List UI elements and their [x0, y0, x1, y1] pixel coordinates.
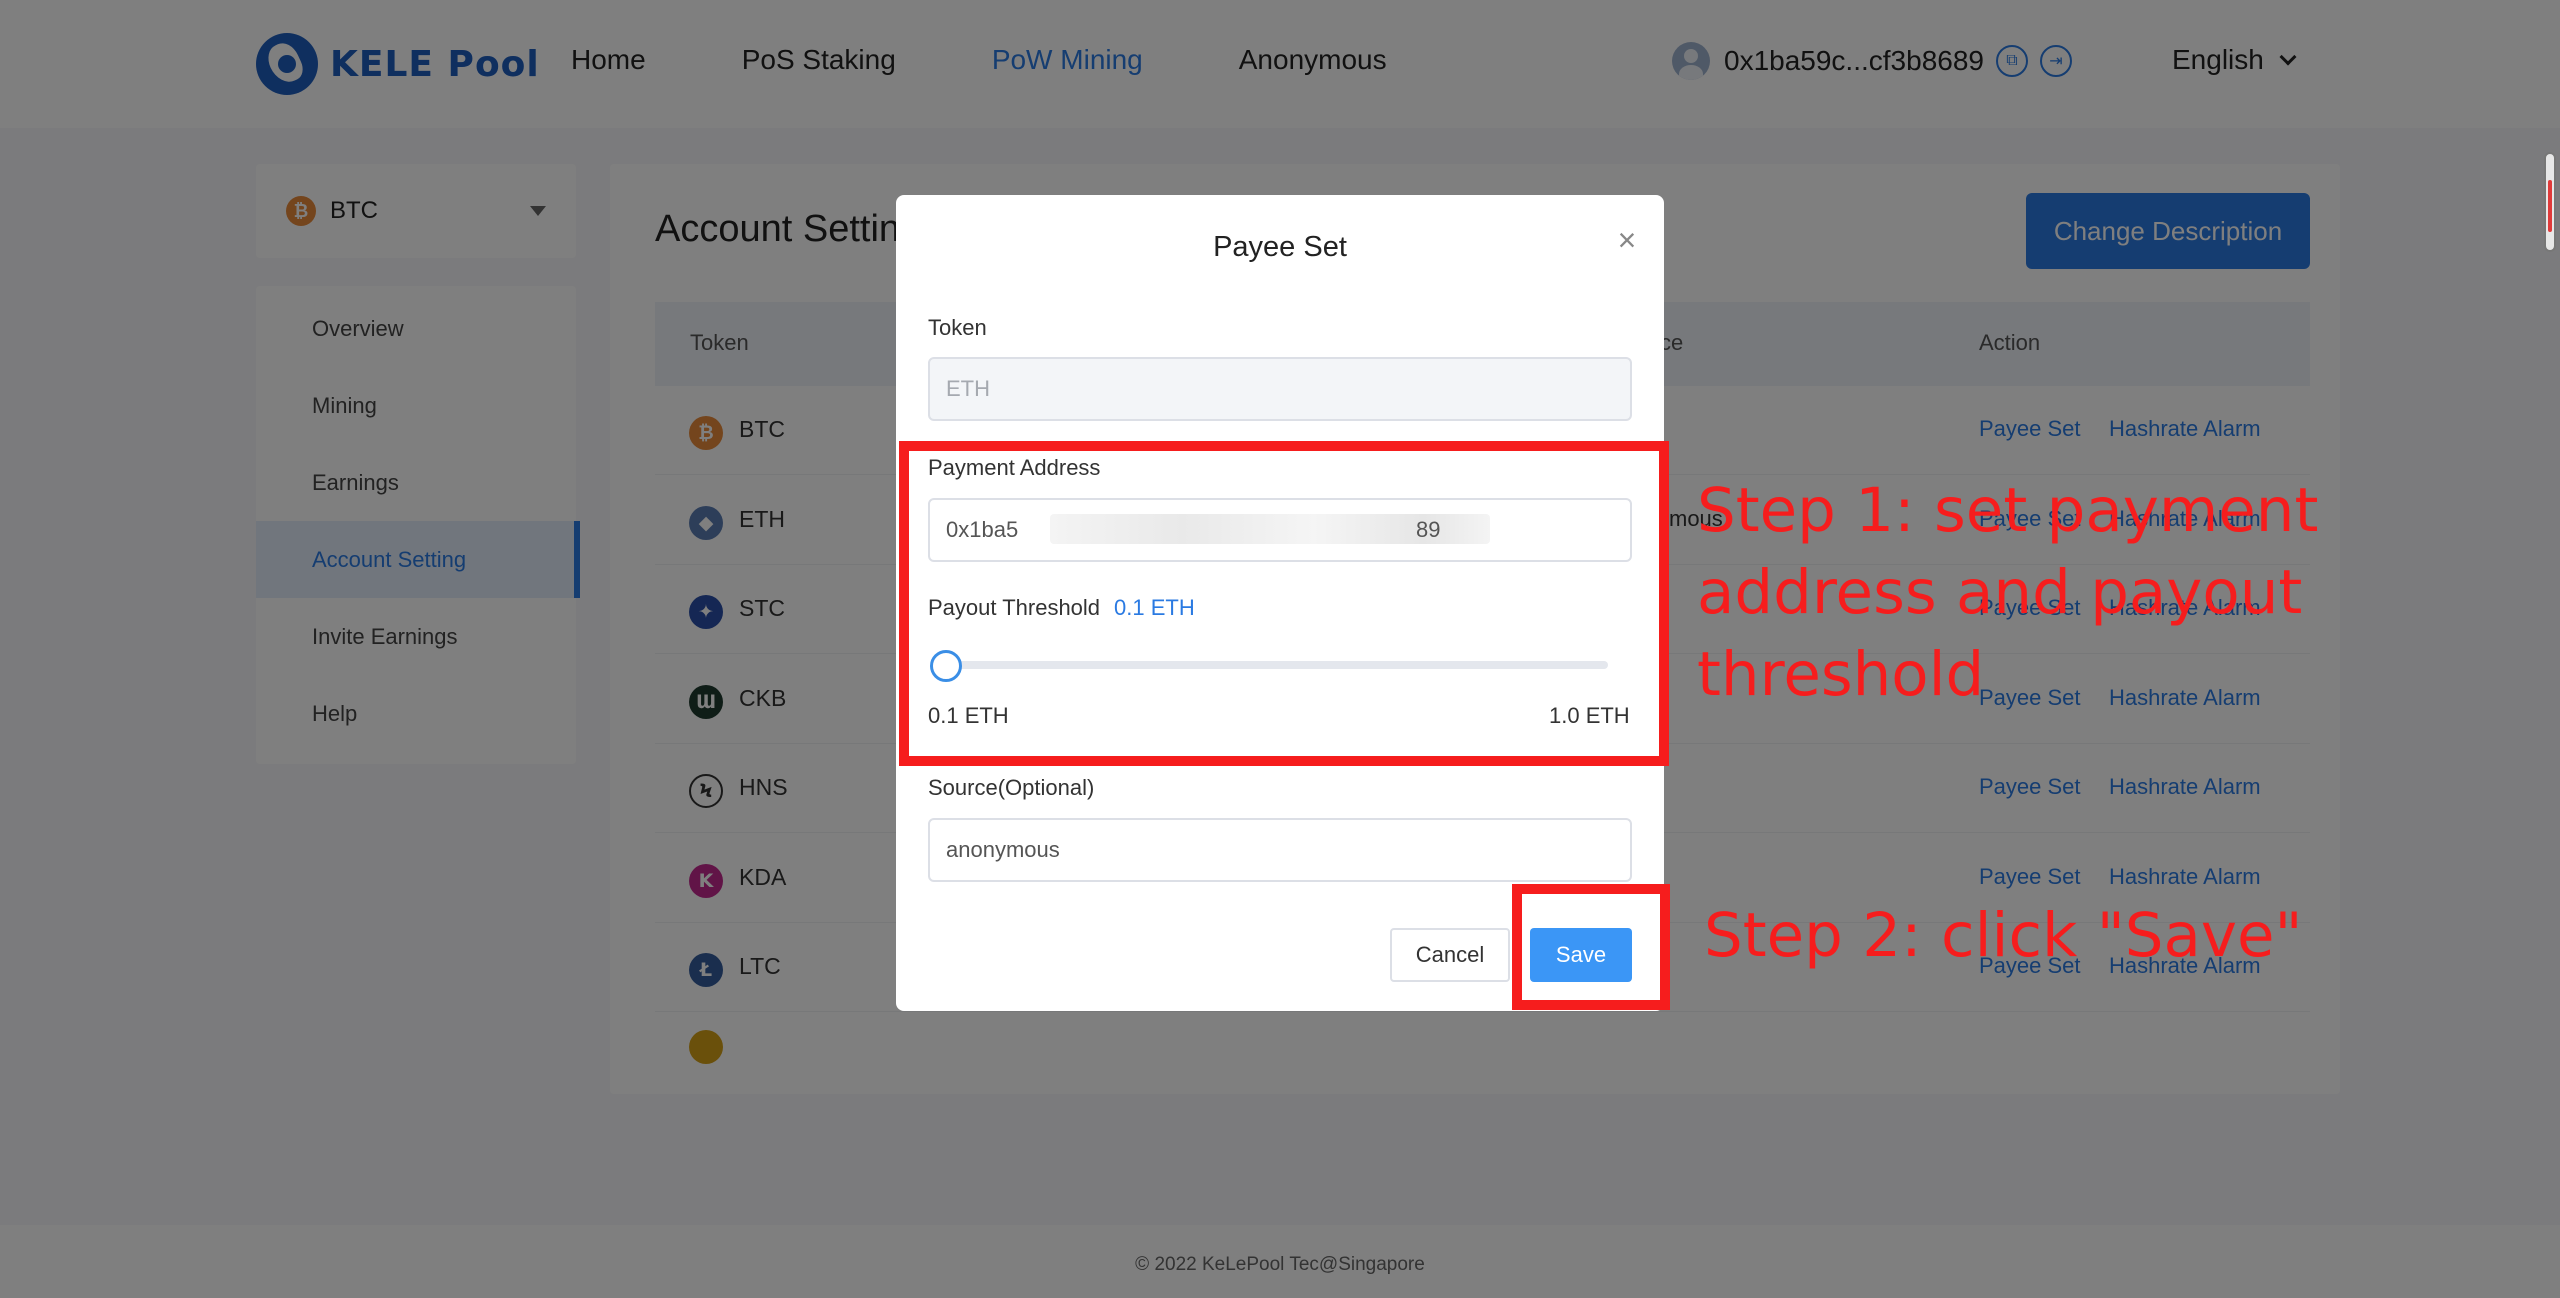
step2-highlight-box [1512, 884, 1670, 1010]
dialog-title: Payee Set [1213, 231, 1347, 263]
source-field[interactable]: anonymous [928, 818, 1632, 882]
cancel-button[interactable]: Cancel [1390, 928, 1510, 982]
token-label: Token [928, 315, 987, 340]
token-field: ETH [928, 357, 1632, 421]
close-icon[interactable]: × [1612, 224, 1642, 256]
page-scrollbar[interactable] [2544, 152, 2556, 252]
source-label: Source(Optional) [928, 775, 1095, 800]
step1-highlight-box [899, 441, 1669, 766]
token-field-value: ETH [946, 376, 990, 401]
source-field-value: anonymous [946, 837, 1060, 862]
step2-annotation: Step 2: click "Save" [1704, 900, 2303, 971]
step1-annotation: Step 1: set payment address and payout t… [1697, 475, 2319, 710]
